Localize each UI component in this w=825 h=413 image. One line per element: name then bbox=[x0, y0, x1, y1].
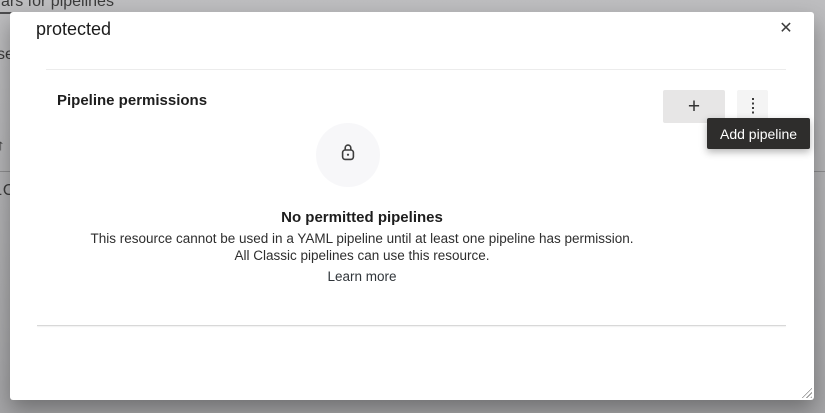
empty-state-title: No permitted pipelines bbox=[36, 209, 688, 226]
empty-state: No permitted pipelines This resource can… bbox=[36, 123, 688, 286]
close-icon: ✕ bbox=[779, 18, 792, 38]
section-heading: Pipeline permissions bbox=[57, 92, 207, 109]
pipeline-permissions-dialog: protected ✕ Pipeline permissions + Add p… bbox=[10, 12, 814, 400]
more-options-icon bbox=[752, 98, 754, 114]
footer-divider bbox=[37, 325, 786, 326]
background-page-text: ars for pipelines bbox=[1, 0, 114, 11]
empty-state-description-line2: All Classic pipelines can use this resou… bbox=[36, 247, 688, 264]
resize-grip[interactable] bbox=[799, 385, 812, 398]
dialog-title: protected bbox=[36, 19, 111, 40]
add-pipeline-tooltip: Add pipeline bbox=[707, 118, 810, 149]
close-button[interactable]: ✕ bbox=[767, 10, 805, 46]
empty-state-icon-circle bbox=[316, 123, 380, 187]
empty-state-description-line1: This resource cannot be used in a YAML p… bbox=[36, 230, 688, 247]
header-divider bbox=[46, 69, 786, 70]
bg-up-arrow-glyph: ↑ bbox=[0, 137, 5, 154]
lock-icon bbox=[339, 143, 357, 167]
plus-icon: + bbox=[688, 95, 700, 119]
learn-more-link[interactable]: Learn more bbox=[327, 269, 396, 284]
